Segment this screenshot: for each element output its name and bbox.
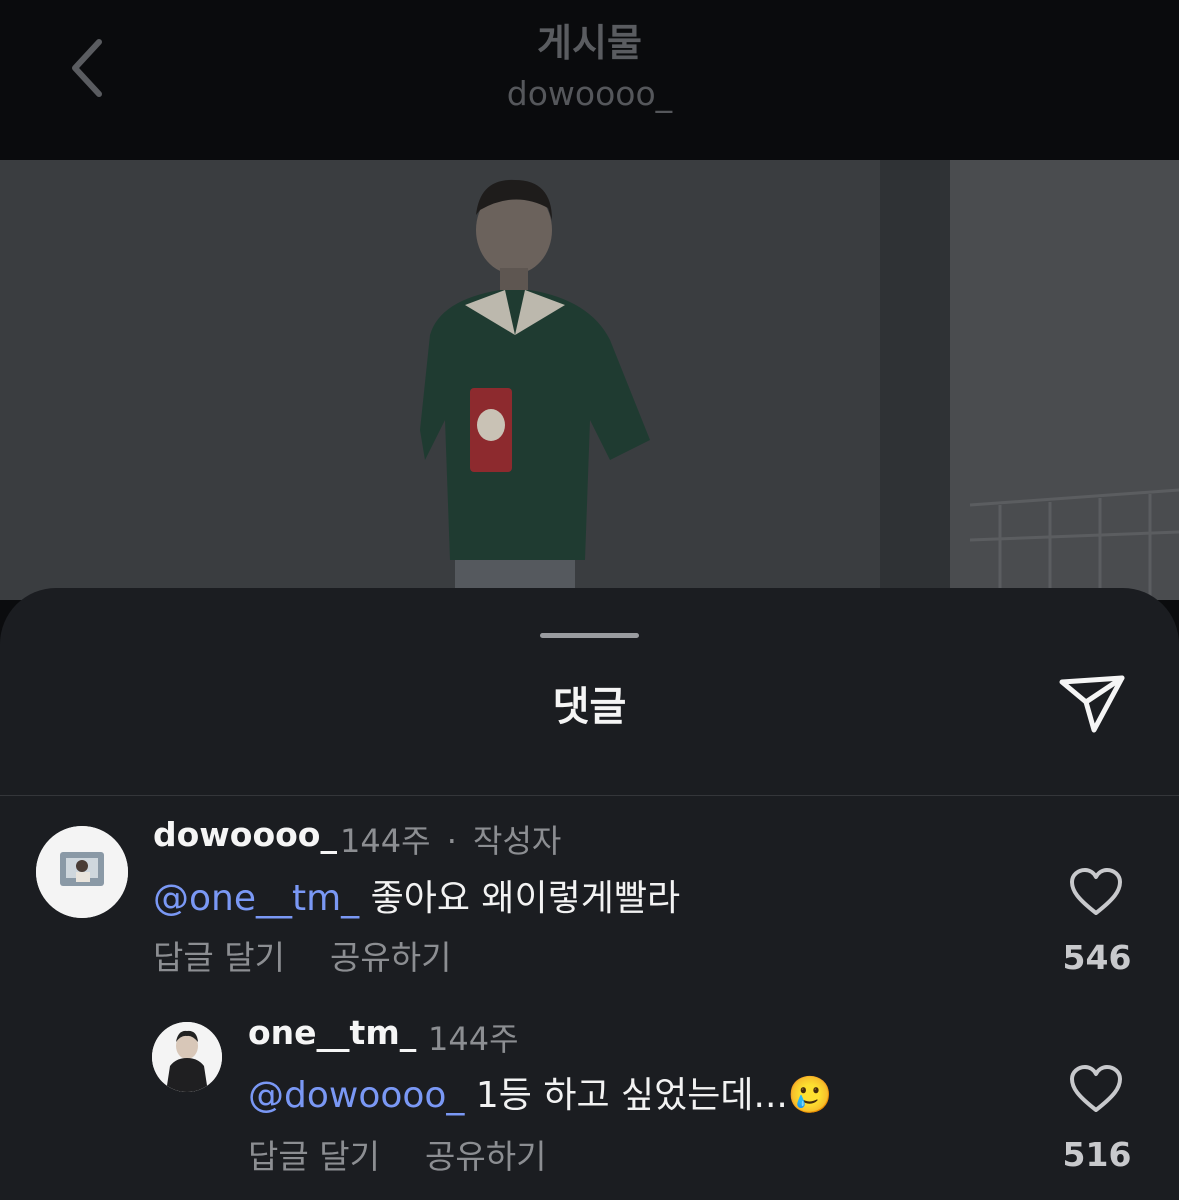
comment-age: 144주 (428, 1020, 519, 1058)
page-subtitle: dowoooo_ (506, 74, 673, 113)
like-count: 546 (1062, 938, 1132, 977)
comment-username[interactable]: dowoooo_ (153, 815, 337, 854)
comments-sheet: 댓글 dowoooo_ 144주 · 작성자 @one__tm_ 좋아요 왜이렇… (0, 588, 1179, 1200)
reply-button[interactable]: 답글 달기 (153, 931, 285, 979)
paper-plane-icon[interactable] (1056, 672, 1128, 736)
mention-link[interactable]: @one__tm_ (153, 878, 359, 919)
heart-outline-icon[interactable] (1068, 1064, 1124, 1114)
avatar[interactable] (36, 826, 128, 918)
comment-body: 좋아요 왜이렇게빨라 (359, 878, 681, 919)
like-count: 516 (1062, 1135, 1132, 1174)
comment-meta: 144주 · 작성자 (340, 816, 561, 862)
comment-age: 144주 (340, 822, 431, 860)
post-photo-illustration (0, 160, 1179, 600)
meta-separator: · (446, 822, 457, 860)
page-title: 게시물 (537, 21, 642, 65)
author-tag: 작성자 (473, 822, 562, 860)
avatar[interactable] (152, 1022, 222, 1092)
mention-link[interactable]: @dowoooo_ (248, 1075, 464, 1116)
comment-text: @one__tm_ 좋아요 왜이렇게빨라 (153, 869, 680, 921)
comment-username[interactable]: one__tm_ (248, 1013, 416, 1052)
avatar-image (152, 1022, 222, 1092)
post-header: 게시물 dowoooo_ (0, 0, 1179, 160)
comment-body: 1등 하고 싶었는데... (464, 1075, 788, 1116)
emoji: 🥲 (787, 1075, 833, 1116)
post-photo (0, 160, 1179, 600)
share-button[interactable]: 공유하기 (330, 931, 451, 979)
avatar-image (36, 826, 128, 918)
heart-outline-icon[interactable] (1068, 867, 1124, 917)
divider (0, 795, 1179, 796)
comment-item: dowoooo_ 144주 · 작성자 @one__tm_ 좋아요 왜이렇게빨라… (0, 813, 1179, 1013)
comments-title: 댓글 (552, 684, 627, 730)
comment-item: one__tm_ 144주 @dowoooo_ 1등 하고 싶었는데...🥲 답… (0, 1008, 1179, 1198)
comment-text: @dowoooo_ 1등 하고 싶었는데...🥲 (248, 1066, 833, 1118)
reply-button[interactable]: 답글 달기 (248, 1130, 380, 1178)
share-button[interactable]: 공유하기 (425, 1130, 546, 1178)
drag-handle[interactable] (540, 633, 639, 638)
